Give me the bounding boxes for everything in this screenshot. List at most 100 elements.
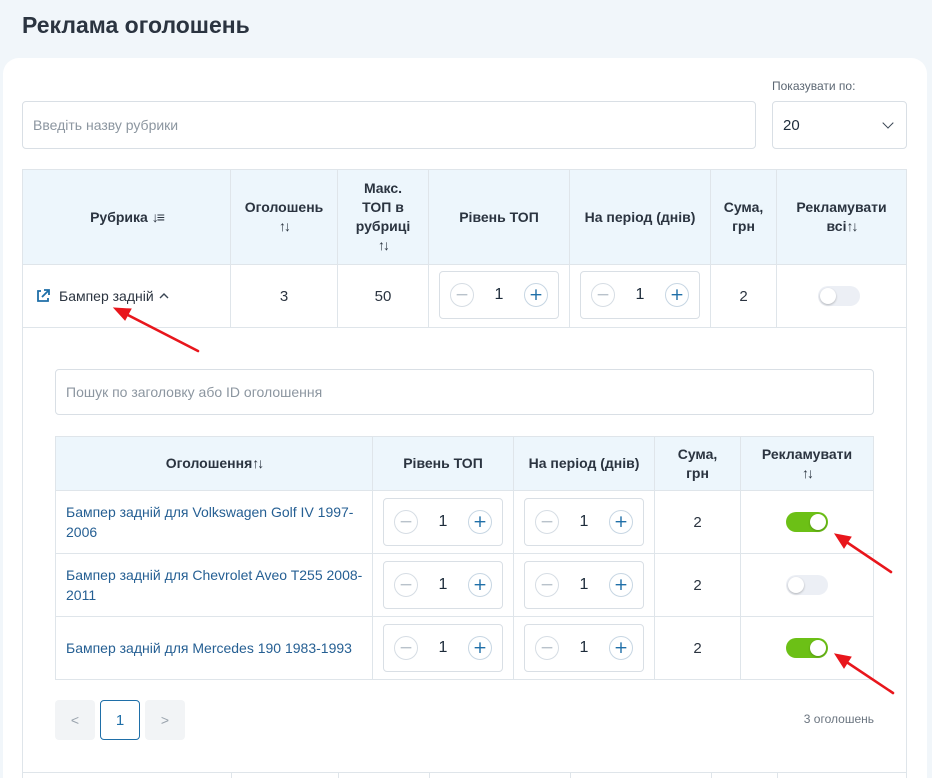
ads-count-text: 3 оголошень: [803, 712, 874, 726]
table-row: Бампер задній для Mercedes 190 1983-1993: [55, 617, 373, 680]
toggle-knob: [820, 288, 836, 304]
column-divider: [777, 772, 778, 778]
max-top-value: 50: [374, 287, 392, 305]
per-page-select[interactable]: 20: [772, 101, 907, 149]
period-stepper[interactable]: − 1 +: [580, 271, 700, 319]
increment-button[interactable]: +: [468, 573, 492, 597]
header-max-top[interactable]: Макс. ТОП в рубриці ↑↓: [338, 169, 429, 265]
decrement-button[interactable]: −: [535, 636, 559, 660]
ad-search-input[interactable]: Пошук по заголовку або ID оголошення: [55, 369, 874, 415]
ad-period-stepper[interactable]: − 1 +: [524, 561, 644, 609]
column-divider: [429, 772, 430, 778]
table-row: Бампер задній для Volkswagen Golf IV 199…: [55, 491, 373, 554]
decrement-button[interactable]: −: [394, 573, 418, 597]
page-title: Реклама оголошень: [22, 12, 250, 38]
header-ads-count[interactable]: Оголошень ↑↓: [231, 169, 338, 265]
ad-title-link[interactable]: Бампер задній для Chevrolet Aveo T255 20…: [66, 565, 364, 605]
sort-icon[interactable]: ↑↓: [252, 455, 264, 471]
next-table-row: [22, 772, 907, 778]
ad-level-stepper[interactable]: − 1 +: [383, 561, 503, 609]
external-link-icon[interactable]: [35, 288, 51, 304]
prev-page-button[interactable]: <: [55, 700, 95, 740]
ad-title-link[interactable]: Бампер задній для Mercedes 190 1983-1993: [66, 638, 352, 658]
sort-icon[interactable]: ↑↓: [245, 217, 324, 236]
ads-count-value: 3: [279, 287, 289, 305]
column-divider: [338, 772, 339, 778]
sort-icon[interactable]: ↑↓: [846, 218, 858, 234]
increment-button[interactable]: +: [609, 573, 633, 597]
ad-level-value[interactable]: 1: [439, 513, 448, 531]
ad-search-placeholder: Пошук по заголовку або ID оголошення: [66, 384, 323, 400]
ad-period-value[interactable]: 1: [580, 639, 589, 657]
advertise-toggle[interactable]: [786, 638, 828, 658]
sort-icon[interactable]: ↑↓: [348, 236, 418, 255]
header-advertise-all-label: Рекламувати всі: [796, 199, 887, 234]
header-ad-period-label: На період (днів): [528, 455, 640, 471]
header-advertise-all[interactable]: Рекламувати всі↑↓: [777, 169, 907, 265]
header-ad-advertise[interactable]: Рекламувати ↑↓: [741, 436, 874, 491]
advertise-toggle[interactable]: [786, 575, 828, 595]
header-ad-level: Рівень ТОП: [373, 436, 514, 491]
decrement-button[interactable]: −: [535, 510, 559, 534]
increment-button[interactable]: +: [468, 510, 492, 534]
sort-alpha-icon[interactable]: ↓≡: [152, 208, 165, 227]
header-ad-sum: Сума, грн: [655, 436, 741, 491]
ads-count-cell: 3: [231, 265, 338, 328]
sum-cell: 2: [711, 265, 777, 328]
per-page-label: Показувати по:: [772, 79, 856, 93]
header-ad-level-label: Рівень ТОП: [403, 455, 483, 471]
decrement-button[interactable]: −: [450, 283, 474, 307]
next-page-button[interactable]: >: [145, 700, 185, 740]
chevron-down-icon: [882, 116, 894, 129]
column-divider: [570, 772, 571, 778]
header-rubric[interactable]: Рубрика ↓≡: [22, 169, 231, 265]
chevron-up-icon[interactable]: [158, 291, 170, 301]
rubric-search-placeholder: Введіть назву рубрики: [33, 117, 179, 133]
page-1-button[interactable]: 1: [100, 700, 140, 740]
ad-period-stepper[interactable]: − 1 +: [524, 498, 644, 546]
toggle-knob: [810, 640, 826, 656]
advertise-all-toggle[interactable]: [818, 286, 860, 306]
period-value[interactable]: 1: [636, 286, 645, 304]
max-top-cell: 50: [338, 265, 429, 328]
ad-level-value[interactable]: 1: [439, 639, 448, 657]
ad-sum-cell: 2: [655, 554, 741, 617]
decrement-button[interactable]: −: [394, 510, 418, 534]
ad-period-value[interactable]: 1: [580, 576, 589, 594]
table-row: Бампер задній для Chevrolet Aveo T255 20…: [55, 554, 373, 617]
ad-level-stepper[interactable]: − 1 +: [383, 624, 503, 672]
increment-button[interactable]: +: [524, 283, 548, 307]
ad-sum-cell: 2: [655, 491, 741, 554]
ad-period-value[interactable]: 1: [580, 513, 589, 531]
ad-title-link[interactable]: Бампер задній для Volkswagen Golf IV 199…: [66, 502, 364, 542]
decrement-button[interactable]: −: [591, 283, 615, 307]
increment-button[interactable]: +: [609, 636, 633, 660]
header-level-top: Рівень ТОП: [429, 169, 570, 265]
sort-icon[interactable]: ↑↓: [762, 464, 852, 483]
header-period: На період (днів): [570, 169, 711, 265]
rubric-name[interactable]: Бампер задній: [59, 288, 154, 304]
decrement-button[interactable]: −: [394, 636, 418, 660]
increment-button[interactable]: +: [665, 283, 689, 307]
header-ad-period: На період (днів): [514, 436, 655, 491]
rubric-search-input[interactable]: Введіть назву рубрики: [22, 101, 756, 149]
ad-level-stepper[interactable]: − 1 +: [383, 498, 503, 546]
header-ad[interactable]: Оголошення↑↓: [55, 436, 373, 491]
increment-button[interactable]: +: [609, 510, 633, 534]
rubric-cell[interactable]: Бампер задній: [22, 265, 231, 328]
header-sum-label: Сума, грн: [723, 199, 764, 234]
header-level-top-label: Рівень ТОП: [459, 208, 539, 225]
level-top-stepper[interactable]: − 1 +: [439, 271, 559, 319]
header-ad-label: Оголошення: [165, 455, 253, 471]
ad-period-stepper[interactable]: − 1 +: [524, 624, 644, 672]
column-divider: [711, 772, 712, 778]
advertise-toggle[interactable]: [786, 512, 828, 532]
decrement-button[interactable]: −: [535, 573, 559, 597]
header-rubric-label: Рубрика: [90, 208, 148, 225]
ad-sum-value: 2: [693, 513, 702, 531]
ad-level-value[interactable]: 1: [439, 576, 448, 594]
ad-sum-value: 2: [693, 576, 702, 594]
level-top-value[interactable]: 1: [495, 286, 504, 304]
column-divider: [231, 772, 232, 778]
increment-button[interactable]: +: [468, 636, 492, 660]
